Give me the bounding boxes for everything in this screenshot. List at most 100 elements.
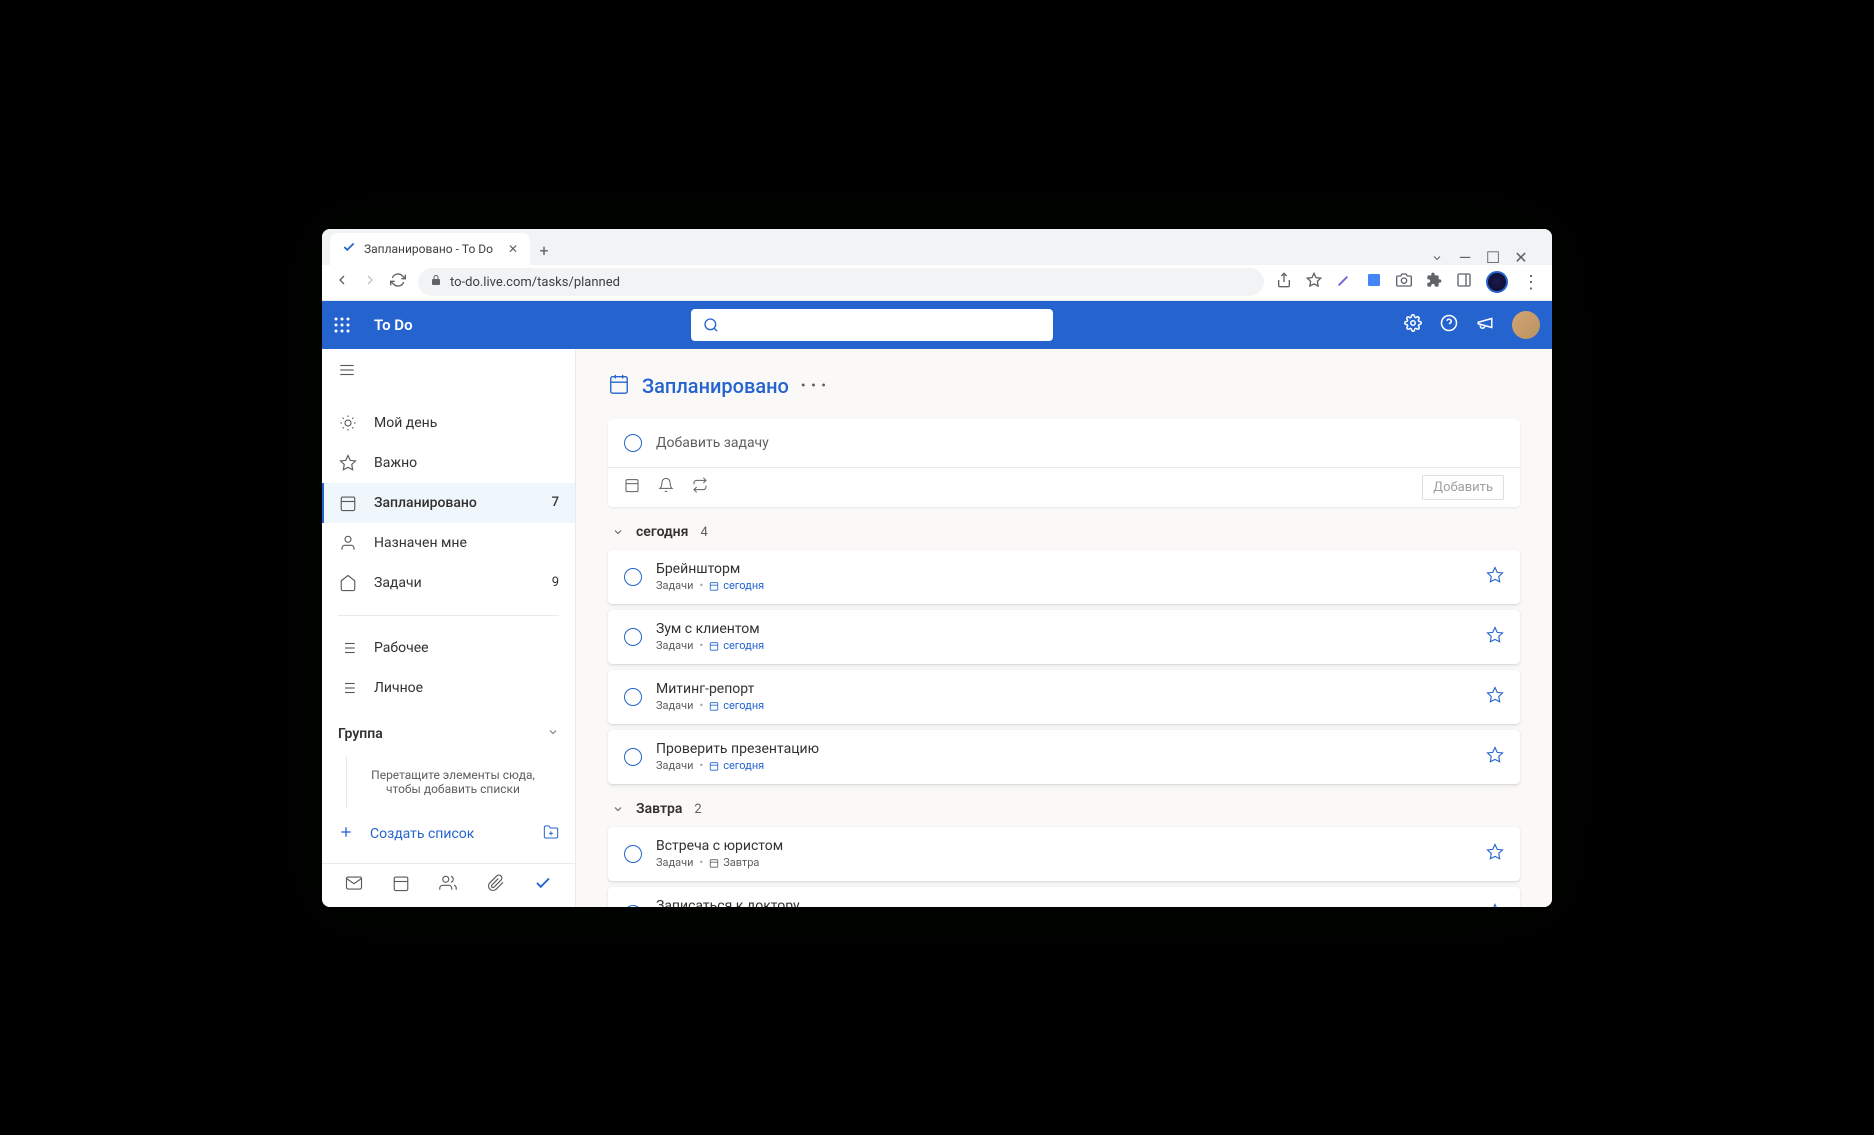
sidebar-list-item[interactable]: Личное [322, 668, 575, 708]
task-complete-circle[interactable] [624, 688, 642, 706]
star-icon[interactable] [1486, 566, 1504, 588]
maximize-button[interactable]: ☐ [1486, 251, 1500, 265]
page-title-row: Запланировано • • • [608, 373, 1520, 399]
section-header[interactable]: Завтра 2 [608, 792, 1520, 827]
task-title: Зум с клиентом [656, 621, 1472, 637]
custom-lists: Рабочее Личное [322, 620, 575, 716]
hamburger-icon[interactable] [338, 364, 356, 383]
todo-icon[interactable] [534, 874, 552, 896]
user-avatar[interactable] [1512, 311, 1540, 339]
group-label: Группа [338, 726, 383, 742]
tab-close-icon[interactable]: ✕ [508, 242, 518, 256]
task-item[interactable]: Записаться к доктору Задачи • Завтра [608, 887, 1520, 907]
section-header[interactable]: сегодня 4 [608, 515, 1520, 550]
calendar-icon [608, 373, 630, 399]
reminder-icon[interactable] [658, 477, 674, 497]
minimize-button[interactable]: — [1458, 251, 1472, 265]
attachment-icon[interactable] [487, 874, 505, 896]
star-icon[interactable] [1486, 843, 1504, 865]
task-item[interactable]: Встреча с юристом Задачи • Завтра [608, 827, 1520, 881]
task-title: Митинг-репорт [656, 681, 1472, 697]
task-list-name: Задачи [656, 699, 693, 712]
app-title[interactable]: To Do [374, 316, 413, 334]
people-icon[interactable] [439, 874, 457, 896]
side-panel-icon[interactable] [1456, 272, 1472, 292]
add-task-input[interactable] [656, 435, 1504, 451]
search-input[interactable] [691, 309, 1053, 341]
group-header[interactable]: Группа [322, 716, 575, 752]
extensions-icon[interactable] [1426, 272, 1442, 292]
star-icon [338, 454, 358, 472]
task-item[interactable]: Митинг-репорт Задачи • сегодня [608, 670, 1520, 724]
task-complete-circle[interactable] [624, 845, 642, 863]
task-item[interactable]: Брейншторм Задачи • сегодня [608, 550, 1520, 604]
group-drop-zone[interactable]: Перетащите элементы сюда, чтобы добавить… [346, 756, 559, 808]
divider [338, 615, 559, 616]
star-icon[interactable] [1486, 626, 1504, 648]
add-group-icon[interactable] [543, 824, 559, 844]
due-date-icon[interactable] [624, 477, 640, 497]
share-icon[interactable] [1276, 272, 1292, 292]
profile-avatar[interactable] [1486, 271, 1508, 293]
url-bar[interactable]: to-do.live.com/tasks/planned [418, 268, 1264, 296]
calendar-icon [338, 494, 358, 512]
add-button[interactable]: Добавить [1422, 475, 1504, 500]
task-title: Записаться к доктору [656, 898, 1472, 907]
task-complete-circle[interactable] [624, 628, 642, 646]
sidebar-item-calendar[interactable]: Запланировано 7 [322, 483, 575, 523]
task-list-name: Задачи [656, 579, 693, 592]
more-icon[interactable]: • • • [801, 378, 827, 394]
todo-favicon-icon [342, 240, 356, 257]
help-icon[interactable] [1440, 314, 1458, 336]
settings-icon[interactable] [1404, 314, 1422, 336]
task-title: Встреча с юристом [656, 838, 1472, 854]
close-button[interactable]: ✕ [1514, 251, 1528, 265]
task-meta: Задачи • сегодня [656, 759, 1472, 772]
task-meta: Задачи • сегодня [656, 579, 1472, 592]
task-list-name: Задачи [656, 759, 693, 772]
star-icon[interactable] [1486, 746, 1504, 768]
task-content: Встреча с юристом Задачи • Завтра [656, 838, 1472, 869]
url-text: to-do.live.com/tasks/planned [450, 275, 620, 290]
megaphone-icon[interactable] [1476, 314, 1494, 336]
sidebar-item-label: Запланировано [374, 495, 477, 511]
task-complete-circle[interactable] [624, 905, 642, 907]
repeat-icon[interactable] [692, 477, 708, 497]
browser-tab[interactable]: Запланировано - To Do ✕ [330, 233, 530, 265]
reload-button[interactable] [390, 272, 406, 292]
user-icon [338, 534, 358, 552]
task-complete-circle[interactable] [624, 568, 642, 586]
browser-toolbar: to-do.live.com/tasks/planned ⋮ [322, 265, 1552, 301]
task-item[interactable]: Проверить презентацию Задачи • сегодня [608, 730, 1520, 784]
sidebar-item-star[interactable]: Важно [322, 443, 575, 483]
bookmark-star-icon[interactable] [1306, 272, 1322, 292]
task-due-date: сегодня [709, 579, 764, 592]
forward-button[interactable] [362, 272, 378, 292]
sidebar-item-user[interactable]: Назначен мне [322, 523, 575, 563]
sidebar-list-item[interactable]: Рабочее [322, 628, 575, 668]
sidebar-item-sun[interactable]: Мой день [322, 403, 575, 443]
task-item[interactable]: Зум с клиентом Задачи • сегодня [608, 610, 1520, 664]
browser-menu-icon[interactable]: ⋮ [1522, 272, 1540, 293]
extension-camera-icon[interactable] [1396, 272, 1412, 292]
back-button[interactable] [334, 272, 350, 292]
extension-translate-icon[interactable] [1366, 272, 1382, 292]
sidebar-item-count: 7 [552, 495, 559, 510]
task-due-date: сегодня [709, 639, 764, 652]
sidebar-item-home[interactable]: Задачи 9 [322, 563, 575, 603]
chevron-down-icon[interactable] [1430, 251, 1444, 265]
create-list-button[interactable]: Создать список [322, 812, 575, 856]
extension-pen-icon[interactable] [1336, 272, 1352, 292]
app-header: To Do [322, 301, 1552, 349]
star-icon[interactable] [1486, 686, 1504, 708]
app-launcher-icon[interactable] [334, 317, 350, 333]
calendar-icon[interactable] [392, 874, 410, 896]
task-meta: Задачи • Завтра [656, 856, 1472, 869]
task-complete-circle[interactable] [624, 748, 642, 766]
sidebar-item-label: Мой день [374, 415, 437, 431]
new-tab-button[interactable]: + [530, 237, 558, 265]
sidebar-item-label: Назначен мне [374, 535, 467, 551]
star-icon[interactable] [1486, 903, 1504, 907]
main-content: Запланировано • • • Добавить сегодня 4 [576, 349, 1552, 907]
mail-icon[interactable] [345, 874, 363, 896]
